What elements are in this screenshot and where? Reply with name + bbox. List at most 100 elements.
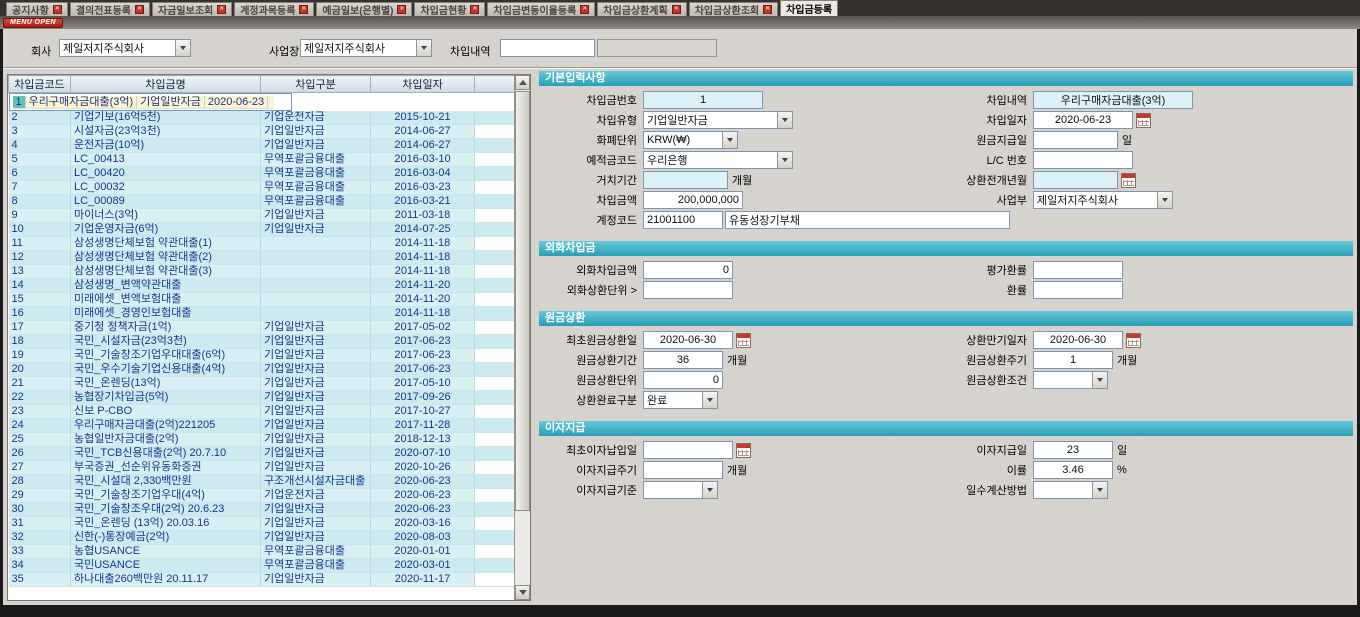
table-row[interactable]: 19국민_기술창조기업우대대출(6억)기업일반자금2017-06-23	[9, 349, 516, 363]
cell[interactable]: 2017-06-23	[371, 363, 475, 377]
cell[interactable]: 우리구매자금대출(3억)	[26, 96, 138, 109]
cell[interactable]: 마이너스(3억)	[71, 209, 261, 223]
cell[interactable]: 기업일반자금	[261, 433, 371, 447]
cell[interactable]: 32	[9, 531, 71, 545]
cell[interactable]: 2020-06-23	[371, 489, 475, 503]
cell[interactable]	[261, 251, 371, 265]
cell[interactable]: 무역포괄금융대출	[261, 167, 371, 181]
cell[interactable]: 2016-03-04	[371, 167, 475, 181]
cell[interactable]: 2014-11-20	[371, 279, 475, 293]
cell[interactable]: 2017-10-27	[371, 405, 475, 419]
cell[interactable]: 2020-01-01	[371, 545, 475, 559]
cell[interactable]: 무역포괄금융대출	[261, 195, 371, 209]
cell[interactable]: 기업일반자금	[137, 96, 205, 109]
table-row[interactable]: 4운전자금(10억)기업일반자금2014-06-27	[9, 139, 516, 153]
repay-unit-input[interactable]	[643, 371, 723, 389]
repay-cycle-input[interactable]	[1033, 351, 1113, 369]
cell[interactable]: 기업일반자금	[261, 573, 371, 587]
column-header-type[interactable]: 차입구분	[261, 76, 371, 93]
cell[interactable]: 2014-11-20	[371, 293, 475, 307]
cell[interactable]: 29	[9, 489, 71, 503]
cell[interactable]: 31	[9, 517, 71, 531]
cell[interactable]: 2014-11-18	[371, 237, 475, 251]
cell[interactable]: 2014-11-18	[371, 251, 475, 265]
tab-6[interactable]: 차입금현황✕	[414, 2, 485, 16]
cell[interactable]: 삼성생명단체보험 약관대출(1)	[71, 237, 261, 251]
cell[interactable]: 18	[9, 335, 71, 349]
cell[interactable]: 2020-07-10	[371, 447, 475, 461]
table-row[interactable]: 13삼성생명단체보험 약관대출(3)2014-11-18	[9, 265, 516, 279]
table-row[interactable]: 9마이너스(3억)기업일반자금2011-03-18	[9, 209, 516, 223]
cell[interactable]: 기업일반자금	[261, 503, 371, 517]
table-row[interactable]: 12삼성생명단체보험 약관대출(2)2014-11-18	[9, 251, 516, 265]
cell[interactable]: 기업일반자금	[261, 419, 371, 433]
calendar-icon[interactable]	[736, 333, 751, 348]
account-code-input[interactable]	[643, 211, 723, 229]
table-row[interactable]: 18국민_시설자금(23억3천)기업일반자금2017-06-23	[9, 335, 516, 349]
cell[interactable]: 2020-06-23	[205, 96, 268, 109]
table-row[interactable]: 6LC_00420무역포괄금융대출2016-03-04	[9, 167, 516, 181]
cell[interactable]	[261, 293, 371, 307]
tab-close-icon[interactable]: ✕	[763, 5, 772, 14]
cell[interactable]: 기업일반자금	[261, 335, 371, 349]
cell[interactable]	[261, 265, 371, 279]
cell[interactable]: 17	[9, 321, 71, 335]
cell[interactable]: 미래에셋_변액보험대출	[71, 293, 261, 307]
chevron-down-icon[interactable]	[777, 112, 792, 128]
cell[interactable]: 2014-11-18	[371, 265, 475, 279]
cell[interactable]: 2014-06-27	[371, 139, 475, 153]
table-row[interactable]: 29국민_기술창조기업우대(4억)기업운전자금2020-06-23	[9, 489, 516, 503]
pre-repay-ym-input[interactable]	[1033, 171, 1118, 189]
table-row[interactable]: 32신한(-)통장예금(2억)기업일반자금2020-08-03	[9, 531, 516, 545]
chevron-down-icon[interactable]	[1157, 192, 1172, 208]
tab-4[interactable]: 계정과목등록✕	[234, 2, 314, 16]
tab-close-icon[interactable]: ✕	[53, 5, 62, 14]
loan-amount-input[interactable]	[643, 191, 743, 209]
table-row[interactable]: 35하나대출260백만원 20.11.17기업일반자금2020-11-17	[9, 573, 516, 587]
loan-desc-display-input[interactable]	[597, 39, 717, 57]
currency-select[interactable]: KRW(₩)	[643, 131, 738, 149]
cell[interactable]: 2020-03-16	[371, 517, 475, 531]
calendar-icon[interactable]	[1121, 173, 1136, 188]
deposit-code-select[interactable]: 우리은행	[643, 151, 793, 169]
tab-8[interactable]: 차입금상환계획✕	[597, 2, 686, 16]
table-row[interactable]: 22농협장기차입금(5억)기업일반자금2017-09-26	[9, 391, 516, 405]
principal-pay-day-input[interactable]	[1033, 131, 1118, 149]
cell[interactable]: 2020-03-01	[371, 559, 475, 573]
cell[interactable]: 2017-11-28	[371, 419, 475, 433]
cell[interactable]: 국민_기술창조기업우대대출(6억)	[71, 349, 261, 363]
cell[interactable]	[261, 307, 371, 321]
cell[interactable]: LC_00089	[71, 195, 261, 209]
cell[interactable]: 23	[9, 405, 71, 419]
cell[interactable]: 2020-06-23	[371, 503, 475, 517]
cell[interactable]: 하나대출260백만원 20.11.17	[71, 573, 261, 587]
first-interest-date-input[interactable]	[643, 441, 733, 459]
cell[interactable]: 기업일반자금	[261, 531, 371, 545]
cell[interactable]: 2017-09-26	[371, 391, 475, 405]
tab-close-icon[interactable]: ✕	[299, 5, 308, 14]
cell[interactable]: 15	[9, 293, 71, 307]
loan-desc-search-input[interactable]	[500, 39, 595, 57]
loan-desc-field-input[interactable]	[1033, 91, 1193, 109]
cell[interactable]: 1	[13, 96, 26, 109]
tab-10[interactable]: 차입금등록	[780, 0, 838, 16]
tab-5[interactable]: 예금일보(은행별)✕	[316, 2, 412, 16]
tab-3[interactable]: 자금일보조회✕	[152, 2, 232, 16]
cell[interactable]: 2020-10-26	[371, 461, 475, 475]
table-row[interactable]: 34국민USANCE무역포괄금융대출2020-03-01	[9, 559, 516, 573]
cell[interactable]: 시설자금(23억3천)	[71, 125, 261, 139]
cell[interactable]: 10	[9, 223, 71, 237]
cell[interactable]: 국민_우수기술기업신용대출(4억)	[71, 363, 261, 377]
cell[interactable]: 2	[9, 111, 71, 125]
business-unit-select[interactable]: 제일저지주식회사	[1033, 191, 1173, 209]
repay-condition-select[interactable]	[1033, 371, 1108, 389]
cell[interactable]: 농협장기차입금(5억)	[71, 391, 261, 405]
cell[interactable]: 2018-12-13	[371, 433, 475, 447]
calendar-icon[interactable]	[736, 443, 751, 458]
cell[interactable]: 무역포괄금융대출	[261, 545, 371, 559]
cell[interactable]: 30	[9, 503, 71, 517]
day-count-select[interactable]	[1033, 481, 1108, 499]
table-row[interactable]: 11삼성생명단체보험 약관대출(1)2014-11-18	[9, 237, 516, 251]
table-row[interactable]: 7LC_00032무역포괄금융대출2016-03-23	[9, 181, 516, 195]
cell[interactable]: 9	[9, 209, 71, 223]
